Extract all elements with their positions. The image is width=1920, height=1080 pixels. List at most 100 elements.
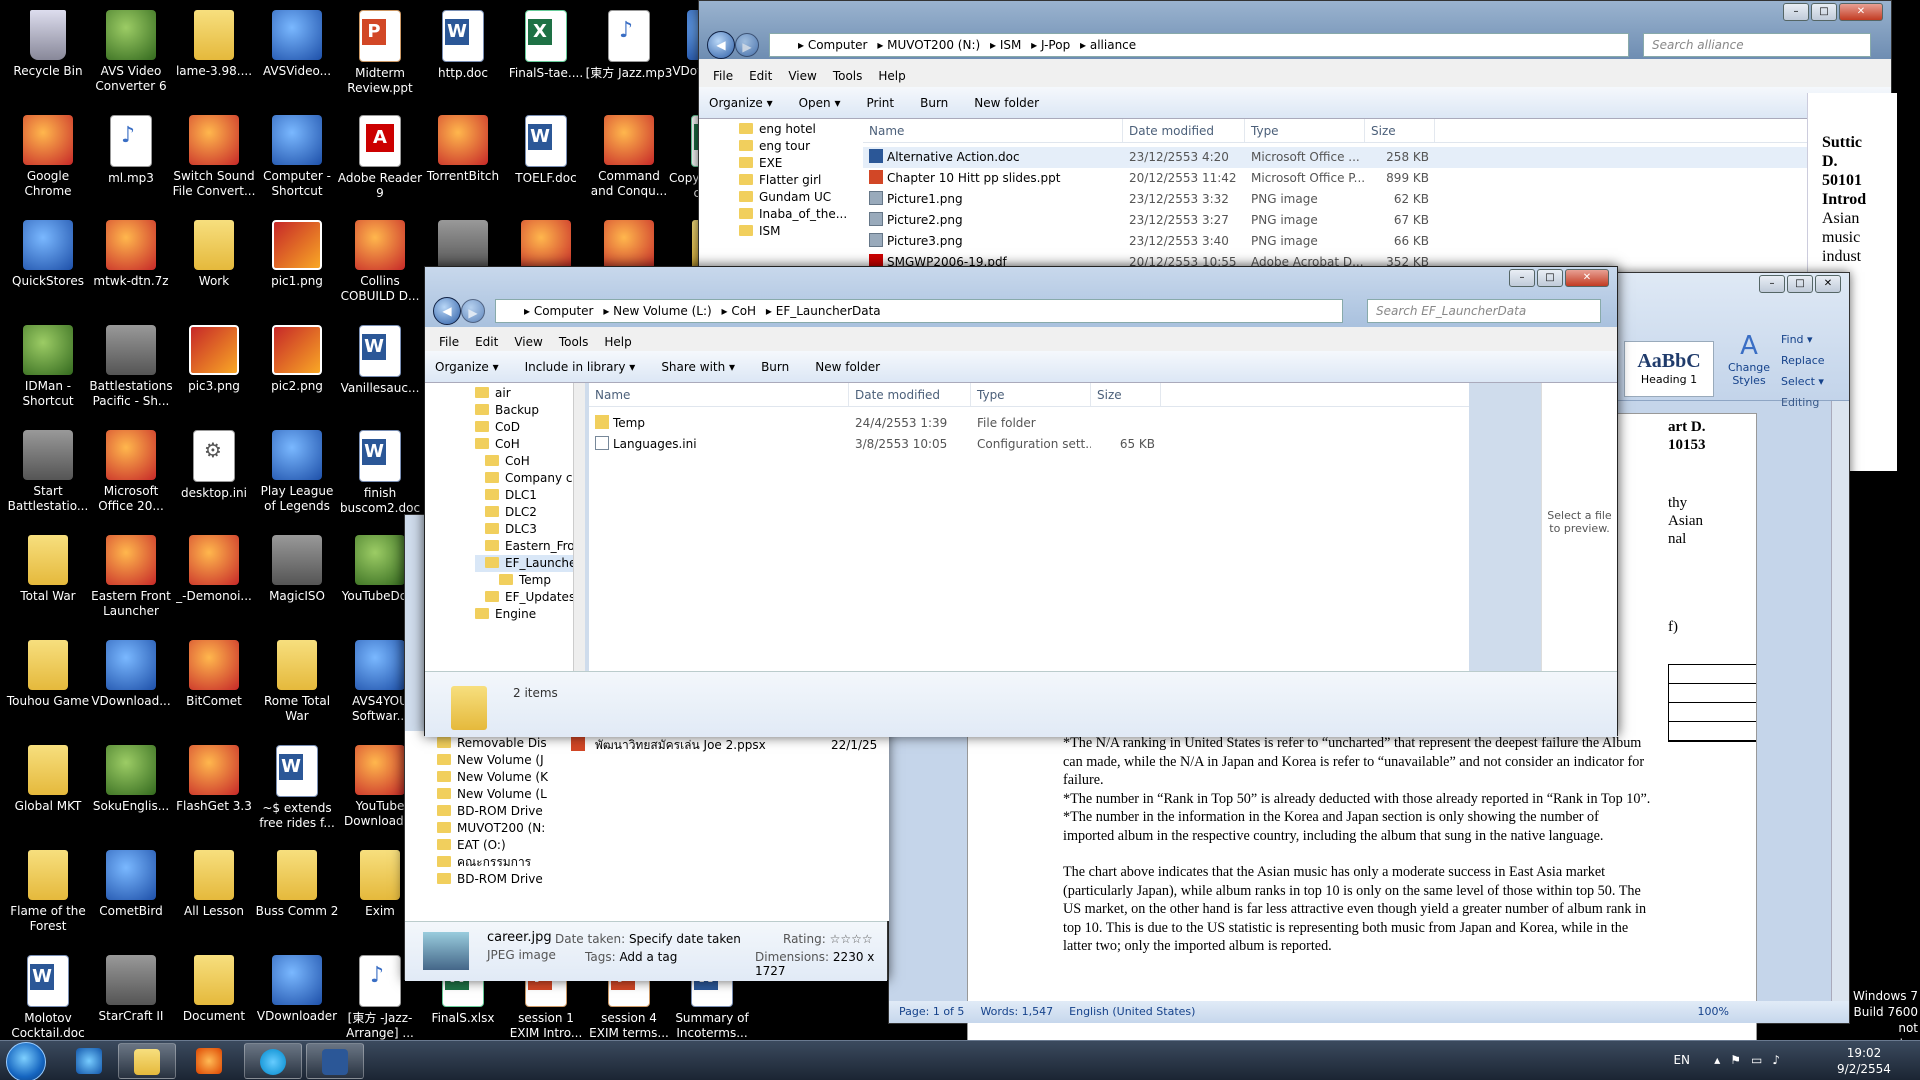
breadcrumb-item[interactable]: ▸ J-Pop (1031, 38, 1074, 52)
tree-scrollbar[interactable] (573, 383, 585, 671)
list-item[interactable]: พัฒนาวิทยสมัครเล่น Joe 2.ppsx 22/1/25 (565, 735, 889, 756)
command-button[interactable]: Burn (920, 96, 948, 110)
breadcrumb-item[interactable]: ▸ alliance (1080, 38, 1136, 52)
zoom-level[interactable]: 100% (1698, 1001, 1729, 1023)
tree-item[interactable]: air (475, 385, 585, 402)
desktop-icon[interactable]: TorrentBitch (419, 109, 507, 209)
close-button[interactable]: ✕ (1839, 3, 1883, 21)
command-button[interactable]: Organize ▾ (709, 96, 773, 110)
column-header[interactable]: Date modified (849, 383, 971, 406)
command-button[interactable]: Print (867, 96, 895, 110)
menu-item-file[interactable]: File (433, 327, 469, 351)
tree-item[interactable]: CoH (475, 453, 585, 470)
menu-item-file[interactable]: File (707, 59, 743, 87)
editing-command[interactable]: Find ▾ (1781, 329, 1849, 350)
tree-item[interactable]: New Volume (J (437, 752, 565, 769)
desktop-icon[interactable]: Battlestations Pacific - Sh... (87, 319, 175, 419)
desktop-icon[interactable]: TOELF.doc (502, 109, 590, 209)
tree-item[interactable]: eng hotel (739, 121, 863, 138)
desktop-icon[interactable]: Start Battlestatio... (4, 424, 92, 524)
desktop-icon[interactable]: VDownloader (253, 949, 341, 1040)
desktop-icon[interactable]: Flame of the Forest (4, 844, 92, 944)
breadcrumb-item[interactable]: ▸ MUVOT200 (N:) (877, 38, 984, 52)
breadcrumb-item[interactable]: ▸ EF_LauncherData (766, 304, 881, 318)
back-button[interactable]: ◀ (433, 297, 461, 325)
forward-button[interactable]: ▶ (735, 33, 759, 57)
desktop-icon[interactable]: IDMan - Shortcut (4, 319, 92, 419)
file-list-mid[interactable]: พัฒนาวิทยสมัครเล่น Joe 2.ppsx 22/1/25 (565, 731, 889, 921)
breadcrumb-item[interactable]: ▸ CoH (722, 304, 760, 318)
desktop-icon[interactable]: Buss Comm 2 (253, 844, 341, 944)
maximize-button[interactable]: □ (1537, 269, 1563, 287)
command-button[interactable]: Organize ▾ (435, 360, 499, 374)
tree-item[interactable]: CoH (475, 436, 585, 453)
language[interactable]: English (United States) (1069, 1001, 1195, 1023)
tree-item[interactable]: MUVOT200 (N: (437, 820, 565, 837)
command-button[interactable]: New folder (974, 96, 1039, 110)
tree-item[interactable]: DLC1 (475, 487, 585, 504)
desktop-icon[interactable]: http.doc (419, 4, 507, 104)
desktop-icon[interactable]: MagicISO (253, 529, 341, 629)
tree-item[interactable]: Engine (475, 606, 585, 623)
style-gallery[interactable]: AaBbC Heading 1 (1624, 341, 1714, 397)
minimize-button[interactable]: – (1509, 269, 1535, 287)
language-indicator[interactable]: EN (1673, 1053, 1690, 1067)
title-bar[interactable]: – □ ✕ ◀ ▶ ▸ Computer ▸ New Volume (L:) ▸… (425, 267, 1617, 327)
desktop-icon[interactable]: Touhou Game (4, 634, 92, 734)
desktop-icon[interactable]: finish buscom2.doc (336, 424, 424, 524)
taskbar-skype[interactable] (244, 1043, 302, 1079)
tree-item[interactable]: Eastern_Fro (475, 538, 585, 555)
tree-item[interactable]: Inaba_of_the... (739, 206, 863, 223)
desktop-icon[interactable]: Work (170, 214, 258, 314)
close-button[interactable]: ✕ (1565, 269, 1609, 287)
column-header[interactable]: Name (863, 119, 1123, 142)
breadcrumb-item[interactable]: ▸ New Volume (L:) (603, 304, 715, 318)
menu-item-edit[interactable]: Edit (743, 59, 782, 87)
desktop-icon[interactable]: _-Demonoi... (170, 529, 258, 629)
breadcrumb-item[interactable]: ▸ Computer (524, 304, 597, 318)
menu-item-view[interactable]: View (782, 59, 826, 87)
tree-item[interactable]: Removable Dis (437, 735, 565, 752)
explorer-window-ef-launcherdata[interactable]: – □ ✕ ◀ ▶ ▸ Computer ▸ New Volume (L:) ▸… (424, 266, 1618, 737)
tree-item[interactable]: Backup (475, 402, 585, 419)
taskbar-media-player[interactable] (180, 1043, 238, 1079)
table-row[interactable]: Picture3.png 23/12/2553 3:40 PNG image 66 K… (863, 231, 1843, 252)
navigation-pane[interactable]: air Backup CoD CoH CoH Company c DLC1 DLC2 DLC3 E… (425, 383, 585, 671)
rating-stars[interactable]: ☆☆☆☆ (830, 932, 873, 946)
tree-item[interactable]: คณะกรรมการ (437, 854, 565, 871)
desktop-icon[interactable]: Command and Conqu... (585, 109, 673, 209)
desktop-icon[interactable]: Collins COBUILD D... (336, 214, 424, 314)
tree-item[interactable]: Temp (475, 572, 585, 589)
table-row[interactable]: Chapter 10 Hitt pp slides.ppt 20/12/2553 … (863, 168, 1843, 189)
desktop-icon[interactable]: StarCraft II (87, 949, 175, 1040)
tree-item[interactable]: CoD (475, 419, 585, 436)
desktop-icon[interactable]: All Lesson (170, 844, 258, 944)
desktop-icon[interactable]: [東方 Jazz.mp3 (585, 4, 673, 104)
taskbar-ie[interactable] (60, 1043, 118, 1079)
desktop-icon[interactable]: Rome Total War (253, 634, 341, 734)
desktop-icon[interactable]: Computer - Shortcut (253, 109, 341, 209)
desktop-icon[interactable]: FinalS-tae.... (502, 4, 590, 104)
minimize-button[interactable]: – (1783, 3, 1809, 21)
desktop-icon[interactable]: AVS Video Converter 6 (87, 4, 175, 104)
desktop-icon[interactable]: Eastern Front Launcher (87, 529, 175, 629)
start-button[interactable] (6, 1042, 46, 1080)
word-close-button[interactable]: ✕ (1815, 275, 1841, 293)
search-input[interactable]: Search alliance (1643, 33, 1871, 57)
desktop-icon[interactable]: desktop.ini (170, 424, 258, 524)
tree-item[interactable]: BD-ROM Drive (437, 871, 565, 888)
desktop-icon[interactable]: Google Chrome (4, 109, 92, 209)
menu-item-tools[interactable]: Tools (553, 327, 599, 351)
breadcrumb-item[interactable]: ▸ Computer (798, 38, 871, 52)
tree-item[interactable]: eng tour (739, 138, 863, 155)
taskbar-word[interactable] (306, 1043, 364, 1079)
desktop-icon[interactable]: pic2.png (253, 319, 341, 419)
desktop-icon[interactable]: Recycle Bin (4, 4, 92, 104)
column-header[interactable]: Type (1245, 119, 1365, 142)
tree-item[interactable]: Gundam UC (739, 189, 863, 206)
desktop-icon[interactable]: AVSVideo... (253, 4, 341, 104)
desktop-icon[interactable]: pic3.png (170, 319, 258, 419)
table-row[interactable]: Temp 24/4/2553 1:39 File folder (589, 413, 1469, 434)
tree-item[interactable]: Flatter girl (739, 172, 863, 189)
editing-command[interactable]: Select ▾ (1781, 371, 1849, 392)
